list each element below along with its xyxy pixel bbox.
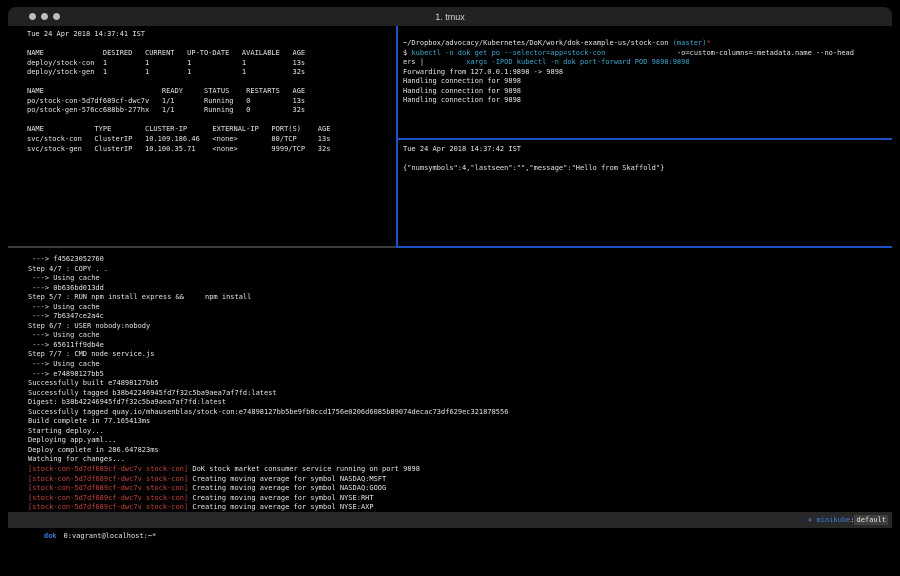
- terminal-line: Deploying app.yaml...: [28, 436, 890, 446]
- terminal-line: Handling connection for 9898: [403, 87, 889, 97]
- terminal-line: Forwarding from 127.0.0.1:9898 -> 9898: [403, 68, 889, 78]
- terminal-line: [stock-con-5d7df689cf-dwc7v stock-con] D…: [28, 465, 890, 475]
- terminal-line: po/stock-gen-576cc688bb-277hx 1/1 Runnin…: [27, 106, 392, 116]
- titlebar: 1. tmux: [8, 7, 892, 26]
- terminal-line: $ kubectl -n dok get po --selector=app=s…: [403, 49, 889, 59]
- terminal-line: NAME READY STATUS RESTARTS AGE: [27, 87, 392, 97]
- tmux-window-item[interactable]: 0:vagrant@localhost:~*: [64, 532, 157, 540]
- terminal-line: [27, 116, 392, 126]
- terminal-line: NAME TYPE CLUSTER-IP EXTERNAL-IP PORT(S)…: [27, 125, 392, 135]
- kubernetes-helm-icon: ⎈: [808, 516, 816, 524]
- terminal-line: Starting deploy...: [28, 427, 890, 437]
- terminal-line: Handling connection for 9898: [403, 77, 889, 87]
- pane-border-horizontal-right-bottom: [396, 246, 892, 248]
- terminal-line: po/stock-con-5d7df689cf-dwc7v 1/1 Runnin…: [27, 97, 392, 107]
- terminal-line: [stock-con-5d7df689cf-dwc7v stock-con] C…: [28, 494, 890, 504]
- terminal-line: ers | xargs -IPOD kubectl -n dok port-fo…: [403, 58, 889, 68]
- kube-context-name: minikube: [817, 516, 851, 524]
- terminal-window: 1. tmux Tue 24 Apr 2018 14:37:41 IST NAME…: [0, 0, 900, 574]
- terminal-line: svc/stock-con ClusterIP 10.109.186.46 <n…: [27, 135, 392, 145]
- terminal-line: Successfully tagged quay.io/mhausenblas/…: [28, 408, 890, 418]
- pane-skaffold-log[interactable]: ---> f45623052760Step 4/7 : COPY . . ---…: [28, 255, 890, 513]
- terminal-line: ---> e74898127bb5: [28, 370, 890, 380]
- terminal-line: Step 4/7 : COPY . .: [28, 265, 890, 275]
- terminal-line: deploy/stock-con 1 1 1 1 13s: [27, 59, 392, 69]
- terminal-line: Tue 24 Apr 2018 14:37:42 IST: [403, 145, 889, 155]
- terminal-line: ---> 0b636bd013dd: [28, 284, 890, 294]
- terminal-line: Handling connection for 9898: [403, 96, 889, 106]
- terminal-line: Digest: b38b42246945fd7f32c5ba9aea7af7fd…: [28, 398, 890, 408]
- pane-service-response[interactable]: Tue 24 Apr 2018 14:37:42 IST {"numsymbols…: [403, 145, 889, 174]
- terminal-line: Step 6/7 : USER nobody:nobody: [28, 322, 890, 332]
- terminal-line: [27, 78, 392, 88]
- terminal-line: ---> 7b6347ce2a4c: [28, 312, 890, 322]
- terminal-line: [27, 40, 392, 50]
- pane-port-forward[interactable]: ~/Dropbox/advocacy/Kubernetes/DoK/work/d…: [403, 39, 889, 106]
- terminal-line: svc/stock-gen ClusterIP 10.100.35.71 <no…: [27, 145, 392, 155]
- pane-kubectl-watch[interactable]: Tue 24 Apr 2018 14:37:41 IST NAME DESIRED…: [27, 30, 392, 154]
- tmux-status-bar: dok0:vagrant@localhost:~* ⎈ minikube:def…: [8, 512, 892, 528]
- kube-namespace: default: [854, 515, 888, 525]
- pane-border-horizontal-right: [396, 138, 892, 140]
- terminal-line: Tue 24 Apr 2018 14:37:41 IST: [27, 30, 392, 40]
- kube-context-indicator: ⎈ minikube:default: [808, 512, 888, 528]
- terminal-line: ---> Using cache: [28, 360, 890, 370]
- terminal-line: [403, 155, 889, 165]
- terminal-line: ---> 65611ff9db4e: [28, 341, 890, 351]
- pane-border-vertical: [396, 26, 398, 248]
- terminal-line: ---> f45623052760: [28, 255, 890, 265]
- terminal-line: [stock-con-5d7df689cf-dwc7v stock-con] C…: [28, 475, 890, 485]
- pane-border-horizontal-left: [8, 246, 396, 248]
- terminal-line: Step 7/7 : CMD node service.js: [28, 350, 890, 360]
- window-title: 1. tmux: [8, 12, 892, 22]
- terminal-line: ---> Using cache: [28, 274, 890, 284]
- terminal-line: ---> Using cache: [28, 331, 890, 341]
- terminal-line: Build complete in 77.165413ms: [28, 417, 890, 427]
- terminal-line: Deploy complete in 286.647823ms: [28, 446, 890, 456]
- tmux-session-name: dok: [44, 532, 57, 540]
- terminal-line: ~/Dropbox/advocacy/Kubernetes/DoK/work/d…: [403, 39, 889, 49]
- terminal-line: [stock-con-5d7df689cf-dwc7v stock-con] C…: [28, 484, 890, 494]
- terminal-line: ---> Using cache: [28, 303, 890, 313]
- terminal-line: deploy/stock-gen 1 1 1 1 32s: [27, 68, 392, 78]
- terminal-line: {"numsymbols":4,"lastseen":"","message":…: [403, 164, 889, 174]
- terminal-line: Watching for changes...: [28, 455, 890, 465]
- terminal-line: Step 5/7 : RUN npm install express && np…: [28, 293, 890, 303]
- terminal-line: Successfully built e74898127bb5: [28, 379, 890, 389]
- terminal-line: NAME DESIRED CURRENT UP-TO-DATE AVAILABL…: [27, 49, 392, 59]
- terminal-line: Successfully tagged b38b42246945fd7f32c5…: [28, 389, 890, 399]
